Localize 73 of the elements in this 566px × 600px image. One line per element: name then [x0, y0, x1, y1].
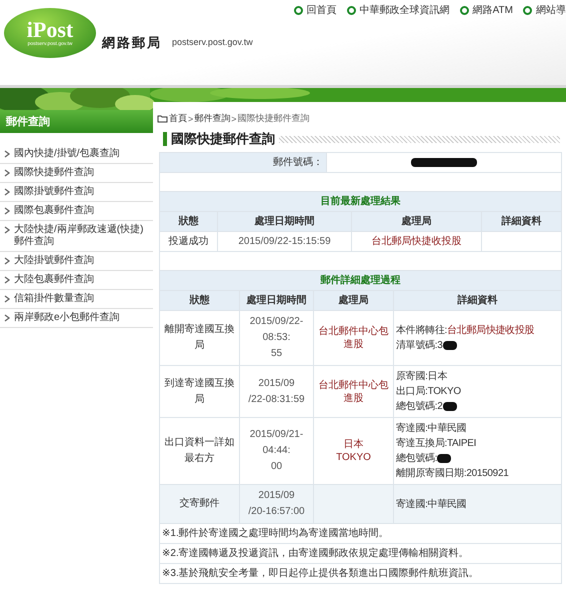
- table-cell: 2015/09/22-08:53: 55: [240, 310, 314, 366]
- detail-text: 清單號碼:3: [396, 340, 443, 351]
- column-header: 狀態: [160, 290, 240, 310]
- sidebar-item[interactable]: 大陸掛號郵件查詢: [0, 252, 153, 271]
- table-cell: 投遞成功: [160, 232, 218, 252]
- column-header: 詳細資料: [394, 290, 562, 310]
- column-header: 狀態: [160, 212, 218, 232]
- detail-text: 總包號碼:2: [396, 401, 443, 412]
- column-header: 處理局: [352, 212, 482, 232]
- column-header: 處理日期時間: [240, 290, 314, 310]
- chevron-icon: [4, 276, 11, 284]
- breadcrumb-separator: >: [188, 114, 194, 124]
- table-cell: 2015/09 /22-08:31:59: [240, 366, 314, 418]
- breadcrumb-link[interactable]: 國際快捷郵件查詢: [238, 112, 310, 125]
- detail-text: 原寄國:日本: [396, 371, 447, 382]
- detail-text: 出口局:TOKYO: [396, 386, 461, 397]
- detail-text: 離開原寄國日期:20150921: [396, 468, 508, 479]
- note-text: ※1.郵件於寄達國之處理時間均為寄達國當地時間。: [160, 524, 562, 544]
- breadcrumb-separator: >: [231, 114, 237, 124]
- chevron-icon: [4, 150, 11, 158]
- table-cell: 離開寄達國互換局: [160, 310, 240, 366]
- table-cell: 2015/09 /20-16:57:00: [240, 484, 314, 524]
- chevron-icon: [4, 314, 11, 322]
- sidebar-title: 郵件查詢: [0, 110, 153, 133]
- chevron-icon: [4, 188, 11, 196]
- section-heading: 郵件詳細處理過程: [160, 270, 562, 290]
- note-text: ※3.基於飛航安全考量，即日起停止提供各類進出口國際郵件航班資訊。: [160, 564, 562, 584]
- sidebar-item[interactable]: 國內快捷/掛號/包裹查詢: [0, 145, 153, 164]
- sidebar-item[interactable]: 信箱掛件數量查詢: [0, 290, 153, 309]
- sidebar-item[interactable]: 兩岸郵政e小包郵件查詢: [0, 309, 153, 328]
- table-cell: 台北郵局快捷收投股: [352, 232, 482, 252]
- table-cell: 台北郵件中心包進股: [314, 366, 394, 418]
- detail-text: 本件將轉往:台北郵局快捷收投股: [396, 325, 534, 336]
- field-label: 郵件號碼：: [160, 152, 326, 172]
- bullet-icon: [460, 6, 469, 14]
- sidebar-item[interactable]: 國際包裹郵件查詢: [0, 202, 153, 221]
- bullet-icon: [294, 6, 303, 14]
- bullet-icon: [346, 6, 356, 14]
- sidebar-item[interactable]: 國際掛號郵件查詢: [0, 183, 153, 202]
- bullet-icon: [523, 6, 532, 14]
- breadcrumb-link[interactable]: 首頁: [169, 112, 187, 125]
- chevron-icon: [4, 226, 11, 234]
- sidebar-item[interactable]: 大陸快捷/兩岸郵政速遞(快捷)郵件查詢: [0, 221, 153, 252]
- note-text: ※2.寄達國轉遞及投遞資訊，由寄達國郵政依規定處理傳輸相關資料。: [160, 544, 562, 564]
- chevron-icon: [4, 295, 11, 303]
- nav-link[interactable]: 網路ATM: [472, 3, 513, 17]
- chevron-icon: [4, 257, 11, 265]
- column-header: 詳細資料: [482, 212, 562, 232]
- breadcrumb-link[interactable]: 郵件查詢: [194, 112, 230, 125]
- table-cell: 交寄郵件: [160, 484, 240, 524]
- table-cell: 2015/09/22-15:15:59: [218, 232, 352, 252]
- column-header: 處理日期時間: [218, 212, 352, 232]
- site-title: 網路郵局: [102, 35, 162, 52]
- sidebar-item[interactable]: 大陸包裹郵件查詢: [0, 271, 153, 290]
- sidebar-item[interactable]: 國際快捷郵件查詢: [0, 164, 153, 183]
- folder-icon: [157, 114, 168, 123]
- detail-text: 寄達互換局:TAIPEI: [396, 438, 476, 449]
- chevron-icon: [4, 207, 11, 215]
- column-header: 處理局: [314, 290, 394, 310]
- nav-link[interactable]: 中華郵政全球資訊網: [360, 3, 450, 17]
- page-title: 國際快捷郵件查詢: [171, 130, 275, 148]
- nav-link[interactable]: 網站導: [536, 3, 566, 17]
- chevron-icon: [4, 169, 11, 177]
- detail-text: 寄達國:中華民國: [396, 423, 466, 434]
- detail-text: 寄達國:中華民國: [396, 498, 466, 510]
- title-marker: [163, 132, 167, 146]
- table-cell: 台北郵件中心包進股: [314, 310, 394, 366]
- detail-text: 總包號碼:: [396, 453, 438, 464]
- section-heading: 目前最新處理結果: [160, 192, 562, 212]
- table-cell: 到達寄達國互換局: [160, 366, 240, 418]
- nav-link[interactable]: 回首頁: [306, 3, 337, 17]
- site-domain: postserv.post.gov.tw: [172, 37, 253, 47]
- logo-text: iPost: [26, 19, 74, 41]
